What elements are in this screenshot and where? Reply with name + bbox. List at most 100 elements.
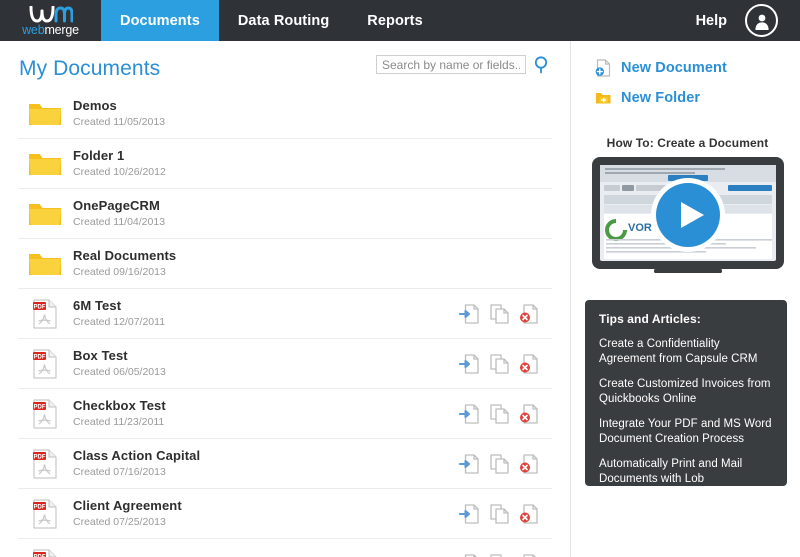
document-row[interactable]: PDF Checkbox TestCreated 11/23/2011 (18, 389, 552, 439)
howto-video-thumbnail[interactable]: VOR (592, 157, 784, 273)
row-name: Client Agreement (73, 498, 459, 514)
svg-text:PDF: PDF (34, 354, 46, 360)
merge-document-icon[interactable] (459, 503, 480, 525)
folder-row[interactable]: OnePageCRMCreated 11/04/2013 (18, 189, 552, 239)
folder-row[interactable]: Real DocumentsCreated 09/16/2013 (18, 239, 552, 289)
nav-item-reports[interactable]: Reports (348, 0, 442, 41)
quick-links: New Document New Folder (572, 41, 800, 107)
copy-document-icon[interactable] (489, 503, 510, 525)
page-header: My Documents (0, 41, 570, 88)
row-created-date: Created 11/05/2013 (73, 115, 552, 129)
row-name: Class Action Capital (73, 448, 459, 464)
new-folder-button[interactable]: New Folder (595, 89, 800, 107)
pdf-file-icon: PDF (18, 549, 72, 557)
copy-document-icon[interactable] (489, 403, 510, 425)
delete-document-icon[interactable] (519, 303, 540, 325)
row-name: OnePageCRM (73, 198, 552, 214)
new-document-icon (595, 59, 612, 77)
nav-item-data-routing[interactable]: Data Routing (219, 0, 348, 41)
pdf-file-icon: PDF (18, 449, 72, 479)
nav-right-group: Help (696, 0, 800, 41)
row-actions (459, 303, 552, 325)
copy-document-icon[interactable] (489, 453, 510, 475)
folder-row[interactable]: DemosCreated 11/05/2013 (18, 88, 552, 139)
svg-text:PDF: PDF (34, 404, 46, 410)
row-created-date: Created 12/07/2011 (73, 315, 459, 329)
merge-document-icon[interactable] (459, 303, 480, 325)
search-icon[interactable] (533, 55, 552, 74)
tips-and-articles-panel: Tips and Articles: Create a Confidential… (585, 300, 787, 486)
folder-icon (18, 201, 72, 227)
copy-document-icon[interactable] (489, 553, 510, 557)
documents-pane: My Documents DemosCreated 11/05/2013 Fold… (0, 41, 571, 557)
row-text-block: Box TestCreated 06/05/2013 (72, 348, 459, 379)
merge-document-icon[interactable] (459, 553, 480, 557)
row-text-block: Checkbox TestCreated 11/23/2011 (72, 398, 459, 429)
delete-document-icon[interactable] (519, 403, 540, 425)
help-link[interactable]: Help (696, 13, 727, 29)
main-nav: Documents Data Routing Reports Help (101, 0, 800, 41)
merge-document-icon[interactable] (459, 353, 480, 375)
folder-icon (18, 101, 72, 127)
row-created-date: Created 07/16/2013 (73, 465, 459, 479)
delete-document-icon[interactable] (519, 453, 540, 475)
row-name: Checkbox Test (73, 398, 459, 414)
tip-article-link[interactable]: Create Customized Invoices from Quickboo… (599, 377, 773, 407)
user-avatar-icon[interactable] (745, 4, 778, 37)
row-created-date: Created 09/16/2013 (73, 265, 552, 279)
row-text-block: Class Action CapitalCreated 07/16/2013 (72, 448, 459, 479)
row-text-block: OnePageCRMCreated 11/04/2013 (72, 198, 552, 229)
tip-article-link[interactable]: Automatically Print and Mail Documents w… (599, 457, 773, 486)
copy-document-icon[interactable] (489, 353, 510, 375)
document-row[interactable]: PDF6M TestCreated 12/07/2011 (18, 289, 552, 339)
new-folder-icon (595, 89, 612, 107)
merge-document-icon[interactable] (459, 403, 480, 425)
logo-word-web: web (22, 23, 44, 37)
pdf-file-icon: PDF (18, 499, 72, 529)
row-created-date: Created 06/05/2013 (73, 365, 459, 379)
howto-video-panel: How To: Create a Document (585, 129, 790, 282)
copy-document-icon[interactable] (489, 303, 510, 325)
play-button-icon[interactable] (648, 175, 728, 255)
folder-row[interactable]: Folder 1Created 10/26/2012 (18, 139, 552, 189)
row-actions (459, 453, 552, 475)
svg-text:PDF: PDF (34, 454, 46, 460)
delete-document-icon[interactable] (519, 503, 540, 525)
merge-document-icon[interactable] (459, 453, 480, 475)
row-name: Folder 1 (73, 148, 552, 164)
document-row[interactable]: PDFCustom SMTP Test (18, 539, 552, 557)
logo-word-merge: merge (44, 23, 78, 37)
webmerge-logo[interactable]: webmerge (0, 0, 101, 41)
tip-article-link[interactable]: Integrate Your PDF and MS Word Document … (599, 417, 773, 447)
row-created-date: Created 11/23/2011 (73, 415, 459, 429)
row-actions (459, 353, 552, 375)
document-row[interactable]: PDF Class Action CapitalCreated 07/16/201… (18, 439, 552, 489)
row-name: Demos (73, 98, 552, 114)
delete-document-icon[interactable] (519, 353, 540, 375)
search-input[interactable] (376, 55, 526, 74)
wm-monogram-icon (29, 6, 73, 23)
row-text-block: Real DocumentsCreated 09/16/2013 (72, 248, 552, 279)
row-text-block: Folder 1Created 10/26/2012 (72, 148, 552, 179)
document-row[interactable]: PDF Client AgreementCreated 07/25/2013 (18, 489, 552, 539)
document-list: DemosCreated 11/05/2013Folder 1Created 1… (0, 88, 570, 557)
row-actions (459, 503, 552, 525)
page-title: My Documents (19, 57, 160, 81)
pdf-file-icon: PDF (18, 299, 72, 329)
sidebar-pane: New Document New Folder How To: (572, 41, 800, 557)
tips-link-list: Create a Confidentiality Agreement from … (599, 337, 773, 486)
row-actions (459, 553, 552, 557)
main-content: My Documents DemosCreated 11/05/2013 Fold… (0, 41, 800, 557)
svg-text:PDF: PDF (34, 304, 46, 310)
nav-item-documents[interactable]: Documents (101, 0, 219, 41)
document-row[interactable]: PDF Box TestCreated 06/05/2013 (18, 339, 552, 389)
tip-article-link[interactable]: Create a Confidentiality Agreement from … (599, 337, 773, 367)
new-document-button[interactable]: New Document (595, 59, 800, 77)
folder-icon (18, 151, 72, 177)
search-area (376, 55, 552, 74)
delete-document-icon[interactable] (519, 553, 540, 557)
svg-text:PDF: PDF (34, 504, 46, 510)
pdf-file-icon: PDF (18, 399, 72, 429)
webmerge-app: webmerge Documents Data Routing Reports … (0, 0, 800, 557)
row-text-block: Client AgreementCreated 07/25/2013 (72, 498, 459, 529)
